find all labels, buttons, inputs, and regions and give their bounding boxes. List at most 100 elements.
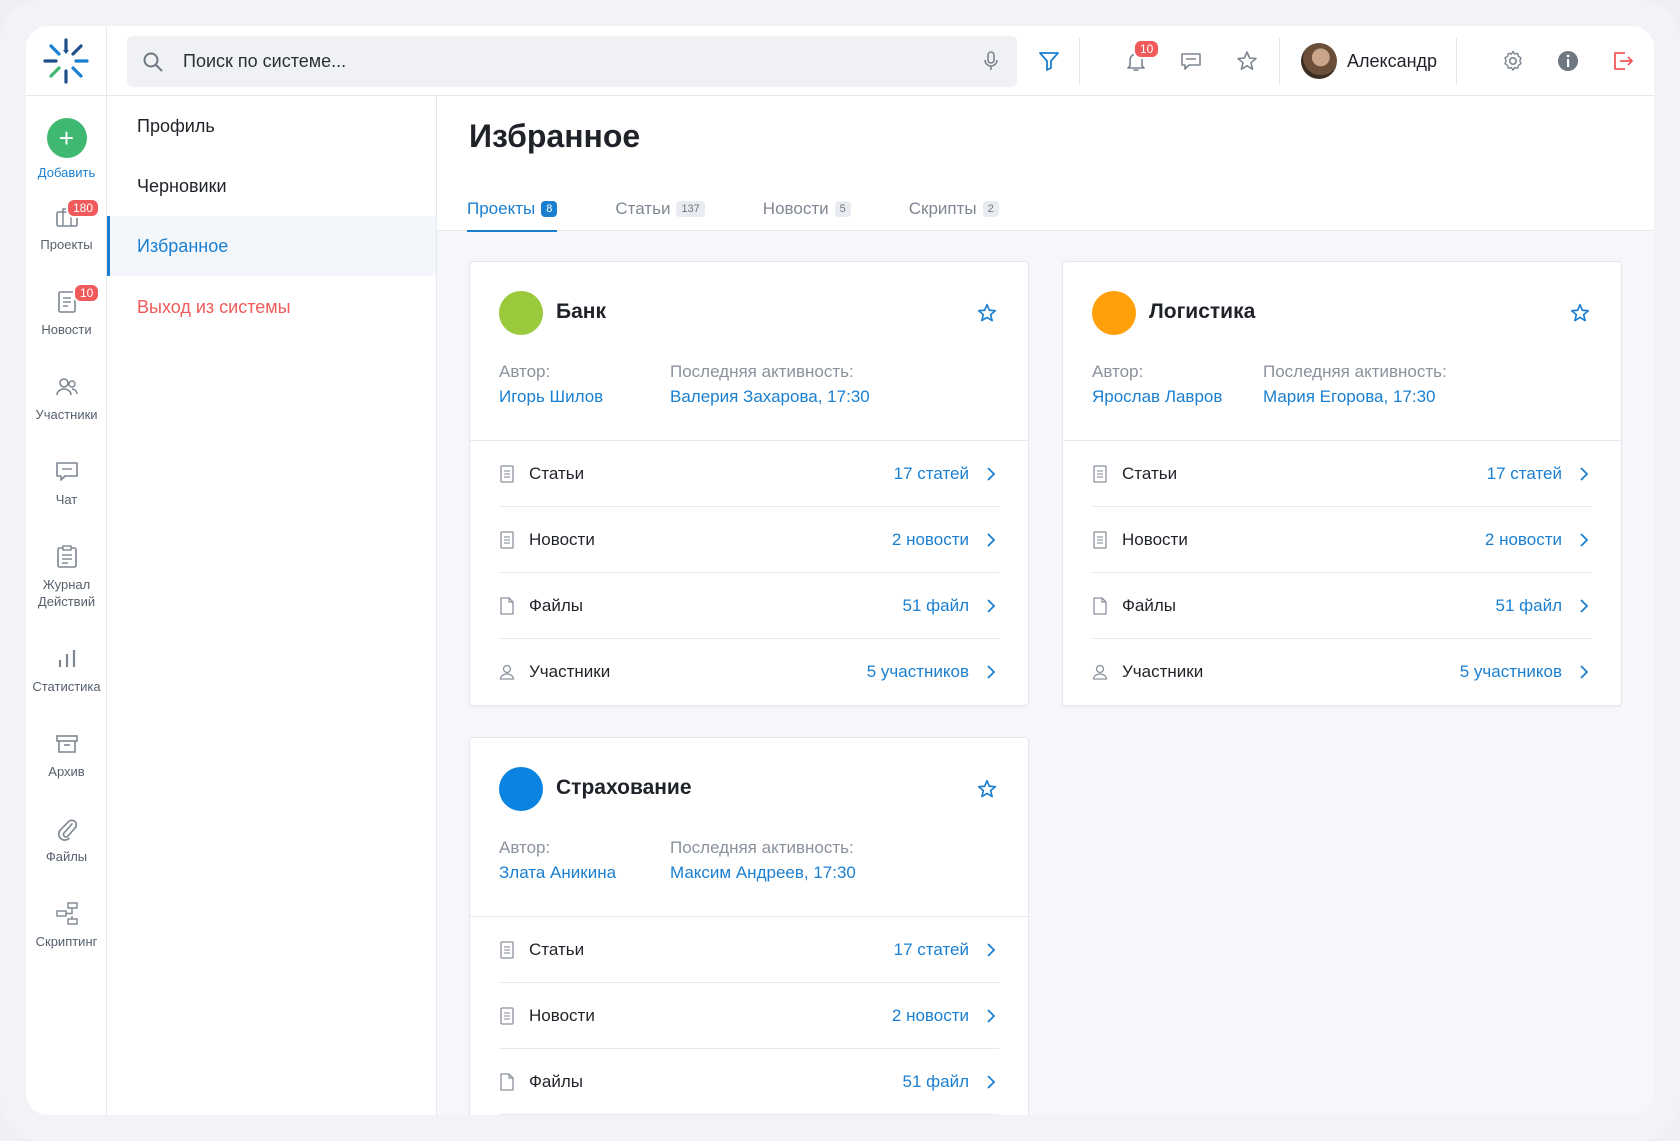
rail-label: Статистика <box>32 679 101 694</box>
projects-badge: 180 <box>66 198 101 218</box>
rail-label: Файлы <box>45 849 88 864</box>
rail-item-chat[interactable]: Чат <box>26 459 107 508</box>
rail-item-statistics[interactable]: Статистика <box>26 646 107 695</box>
row-articles[interactable]: Статьи 17 статей <box>499 917 999 983</box>
row-label: Статьи <box>529 463 585 483</box>
document-icon <box>1093 464 1107 483</box>
user-menu[interactable]: Александр <box>1301 41 1437 81</box>
gear-icon <box>1504 50 1522 71</box>
file-icon <box>1093 596 1107 615</box>
search-input[interactable] <box>183 36 943 87</box>
tab-label: Новости <box>762 198 829 218</box>
row-label: Участники <box>529 662 611 681</box>
chevron-right-icon <box>987 599 996 613</box>
rail-item-scripting[interactable]: Скриптинг <box>26 901 107 950</box>
row-label: Статьи <box>1122 463 1178 483</box>
tab-count: 5 <box>834 200 851 217</box>
user-icon <box>1092 664 1108 680</box>
tab-articles[interactable]: Статьи 137 <box>615 186 705 231</box>
submenu-item-drafts[interactable]: Черновики <box>107 156 436 216</box>
tab-news[interactable]: Новости 5 <box>763 186 851 231</box>
card-header: Банк Автор: Последняя активность: Игорь … <box>470 262 1028 441</box>
row-value: 51 файл <box>902 1071 970 1091</box>
logout-button[interactable] <box>1610 48 1636 74</box>
activity-link[interactable]: Мария Егорова, 17:30 <box>1263 387 1436 407</box>
row-participants[interactable]: Участники 5 участников <box>1092 639 1592 705</box>
author-link[interactable]: Злата Аникина <box>499 863 616 883</box>
document-icon <box>500 1006 514 1025</box>
plus-icon: + <box>46 118 87 158</box>
search-icon[interactable] <box>141 50 165 74</box>
project-title[interactable]: Банк <box>556 300 606 324</box>
star-icon[interactable] <box>976 778 998 800</box>
tab-count: 8 <box>541 200 558 217</box>
document-icon <box>500 464 514 483</box>
row-files[interactable]: Файлы 51 файл <box>1092 573 1592 639</box>
row-label: Файлы <box>529 595 584 615</box>
filter-icon <box>1039 52 1059 71</box>
card-rows: Статьи 17 статей Новости 2 новости Файлы… <box>470 441 1028 705</box>
favorites-button[interactable] <box>1234 48 1260 74</box>
notifications-badge: 10 <box>1133 39 1161 59</box>
project-card: Банк Автор: Последняя активность: Игорь … <box>469 261 1029 706</box>
author-label: Автор: <box>499 362 551 381</box>
row-files[interactable]: Файлы 51 файл <box>499 1049 999 1115</box>
row-news[interactable]: Новости 2 новости <box>499 507 999 573</box>
star-icon[interactable] <box>976 302 998 324</box>
messages-button[interactable] <box>1178 48 1204 74</box>
submenu-item-favorites[interactable]: Избранное <box>107 216 436 276</box>
star-icon[interactable] <box>1569 302 1591 324</box>
tab-label: Скрипты <box>908 198 977 218</box>
project-title[interactable]: Страхование <box>556 776 692 800</box>
rail-item-news[interactable]: 10 Новости <box>26 283 107 338</box>
left-navigation: + Добавить 180 Проекты 10 Новости Участн… <box>26 96 107 1115</box>
author-link[interactable]: Игорь Шилов <box>499 387 603 407</box>
user-icon <box>499 664 515 680</box>
row-news[interactable]: Новости 2 новости <box>499 983 999 1049</box>
project-color-dot <box>499 767 543 811</box>
submenu-item-logout[interactable]: Выход из системы <box>107 277 436 337</box>
tab-projects[interactable]: Проекты 8 <box>467 186 558 232</box>
tab-count: 2 <box>982 200 999 217</box>
notifications-button[interactable]: 10 <box>1123 39 1161 74</box>
card-header: Страхование Автор: Последняя активность:… <box>470 738 1028 917</box>
row-news[interactable]: Новости 2 новости <box>1092 507 1592 573</box>
search-bar <box>127 36 1017 87</box>
row-label: Участники <box>1122 662 1204 681</box>
page-title: Избранное <box>469 118 641 154</box>
tab-scripts[interactable]: Скрипты 2 <box>909 186 999 231</box>
chevron-right-icon <box>987 467 996 481</box>
rail-label: Проекты <box>40 237 93 252</box>
star-icon <box>1237 51 1257 70</box>
settings-button[interactable] <box>1500 48 1526 74</box>
rail-item-projects[interactable]: 180 Проекты <box>26 198 107 253</box>
rail-item-participants[interactable]: Участники <box>26 374 107 423</box>
project-title[interactable]: Логистика <box>1149 300 1255 324</box>
row-participants[interactable]: Участники 5 участников <box>499 639 999 705</box>
chevron-right-icon <box>1580 467 1589 481</box>
microphone-icon[interactable] <box>979 49 1003 73</box>
chevron-right-icon <box>987 1009 996 1023</box>
logo[interactable] <box>26 26 107 96</box>
info-button[interactable] <box>1555 48 1581 74</box>
top-bar: 10 Александр <box>26 26 1654 96</box>
filter-button[interactable] <box>1036 48 1062 74</box>
activity-link[interactable]: Максим Андреев, 17:30 <box>670 863 856 883</box>
row-label: Новости <box>1122 529 1188 549</box>
row-articles[interactable]: Статьи 17 статей <box>499 441 999 507</box>
chevron-right-icon <box>1580 599 1589 613</box>
submenu-item-profile[interactable]: Профиль <box>107 96 436 156</box>
activity-label: Последняя активность: <box>670 838 854 857</box>
row-files[interactable]: Файлы 51 файл <box>499 573 999 639</box>
add-button[interactable]: + Добавить <box>26 118 107 181</box>
rail-item-files[interactable]: Файлы <box>26 816 107 865</box>
row-value: 2 новости <box>1484 529 1562 549</box>
rail-item-archive[interactable]: Архив <box>26 731 107 780</box>
row-articles[interactable]: Статьи 17 статей <box>1092 441 1592 507</box>
rail-item-activity-log[interactable]: Журнал Действий <box>26 544 107 610</box>
card-rows: Статьи 17 статей Новости 2 новости Файлы… <box>1063 441 1621 705</box>
row-value: 51 файл <box>902 595 970 615</box>
activity-link[interactable]: Валерия Захарова, 17:30 <box>670 387 870 407</box>
project-card: Логистика Автор: Последняя активность: Я… <box>1062 261 1622 706</box>
author-link[interactable]: Ярослав Лавров <box>1092 387 1222 407</box>
